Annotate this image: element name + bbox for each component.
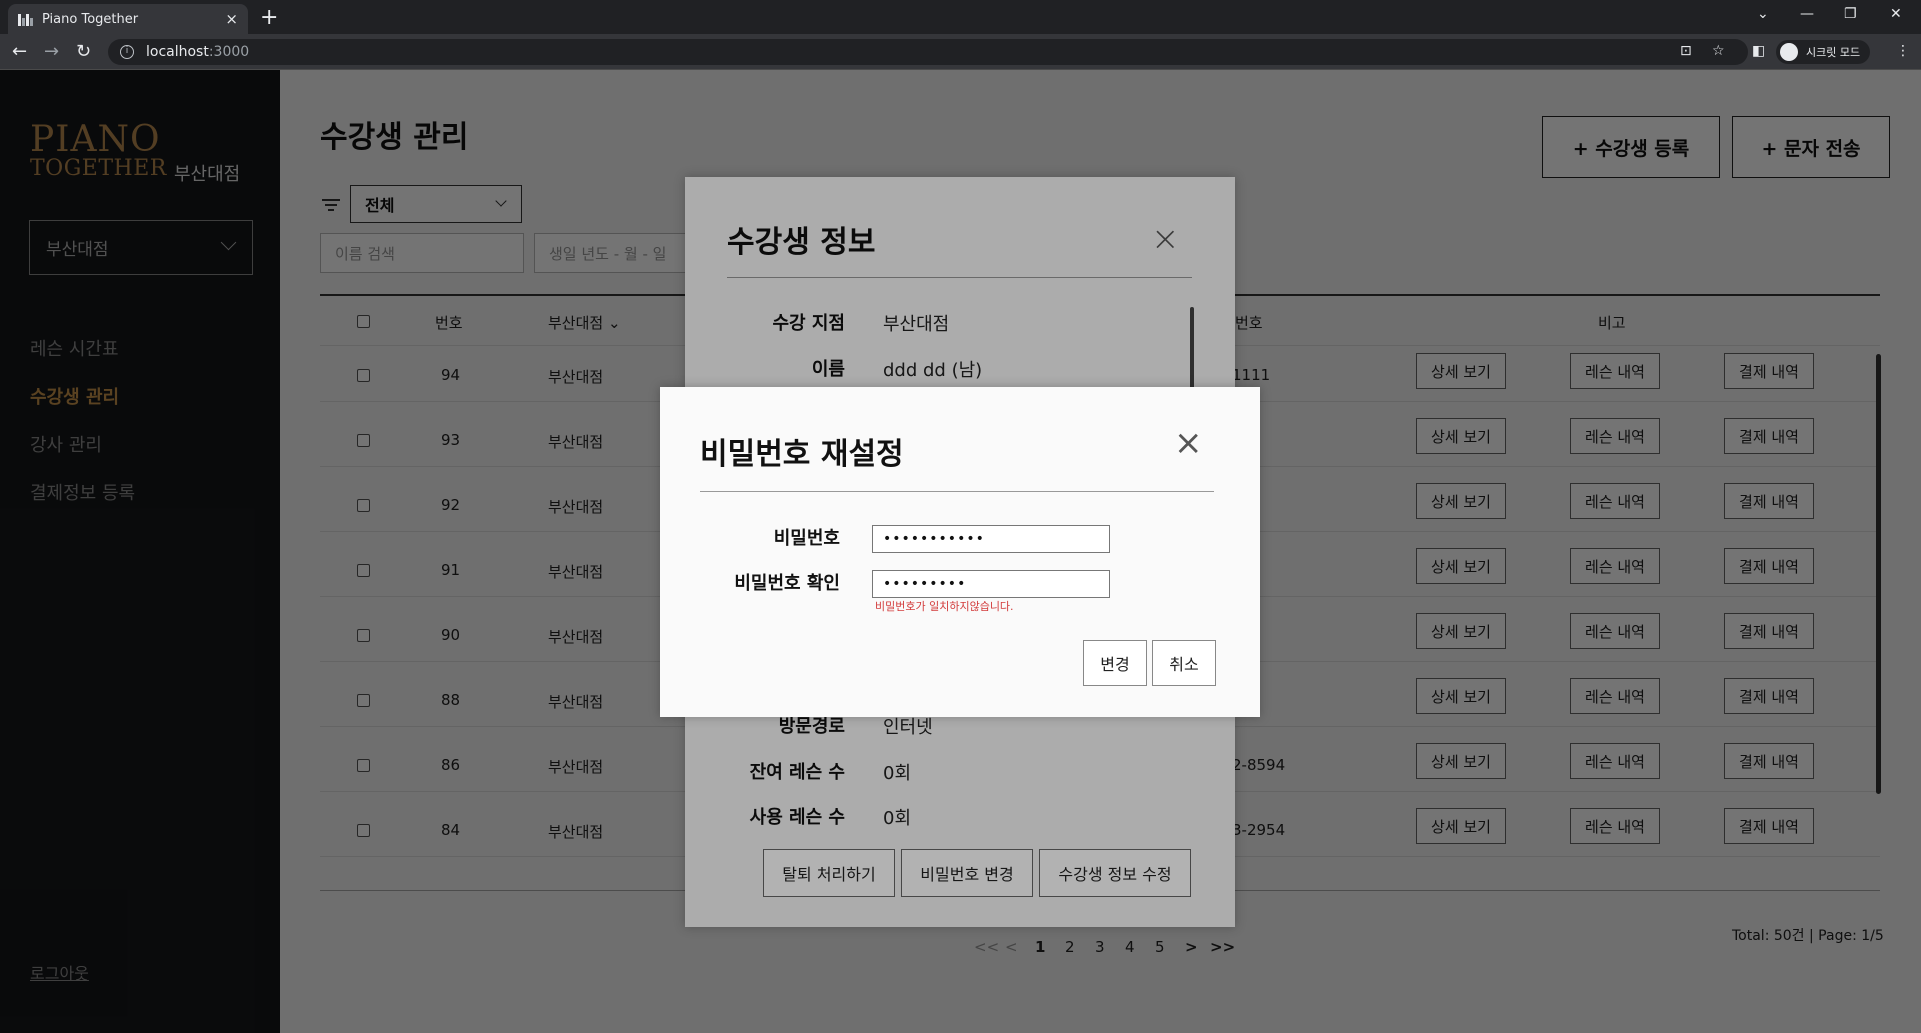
bookmark-star-icon[interactable]: ☆ [1712,43,1725,59]
tab-title: Piano Together [42,11,139,27]
site-info-icon[interactable]: i [120,45,134,59]
minimize-icon[interactable]: — [1800,6,1814,22]
window-close-icon[interactable]: ✕ [1890,6,1902,22]
browser-tab-bar: Piano Together × + ⌄ — ❐ ✕ [0,0,1921,34]
password-input[interactable]: ••••••••••• [872,525,1110,553]
browser-menu-icon[interactable]: ⋮ [1896,43,1910,59]
close-icon[interactable]: × [1174,423,1203,463]
translate-icon[interactable]: ⊡ [1680,43,1692,59]
back-icon[interactable]: ← [12,41,27,62]
tab-search-icon[interactable]: ⌄ [1757,6,1769,22]
new-tab-button[interactable]: + [260,5,278,30]
change-button[interactable]: 변경 [1083,640,1147,686]
password-label: 비밀번호 [773,528,840,549]
tab-close-icon[interactable]: × [225,10,238,28]
forward-icon[interactable]: → [44,41,59,62]
browser-tab[interactable]: Piano Together × [8,4,248,34]
password-mismatch-error: 비밀번호가 일치하지않습니다. [875,600,1014,613]
incognito-icon [1780,43,1798,61]
url-host: localhost [146,44,209,60]
browser-address-bar: ← → ↻ i localhost:3000 ⊡ ☆ ◧ 시크릿 모드 ⋮ [0,34,1921,70]
password-reset-divider [700,491,1214,492]
password-confirm-input[interactable]: ••••••••• [872,570,1110,598]
incognito-badge[interactable]: 시크릿 모드 [1776,40,1871,64]
piano-favicon-icon [18,12,34,26]
cancel-button[interactable]: 취소 [1152,640,1216,686]
password-confirm-label: 비밀번호 확인 [734,573,840,594]
url-input[interactable]: i localhost:3000 [108,39,1748,65]
side-panel-icon[interactable]: ◧ [1752,43,1765,59]
url-port: :3000 [208,44,250,60]
restore-icon[interactable]: ❐ [1844,6,1857,22]
incognito-label: 시크릿 모드 [1806,46,1861,59]
password-reset-title: 비밀번호 재설정 [700,437,904,472]
reload-icon[interactable]: ↻ [76,41,91,62]
password-reset-modal: 비밀번호 재설정 × 비밀번호 ••••••••••• 비밀번호 확인 ••••… [660,387,1260,717]
